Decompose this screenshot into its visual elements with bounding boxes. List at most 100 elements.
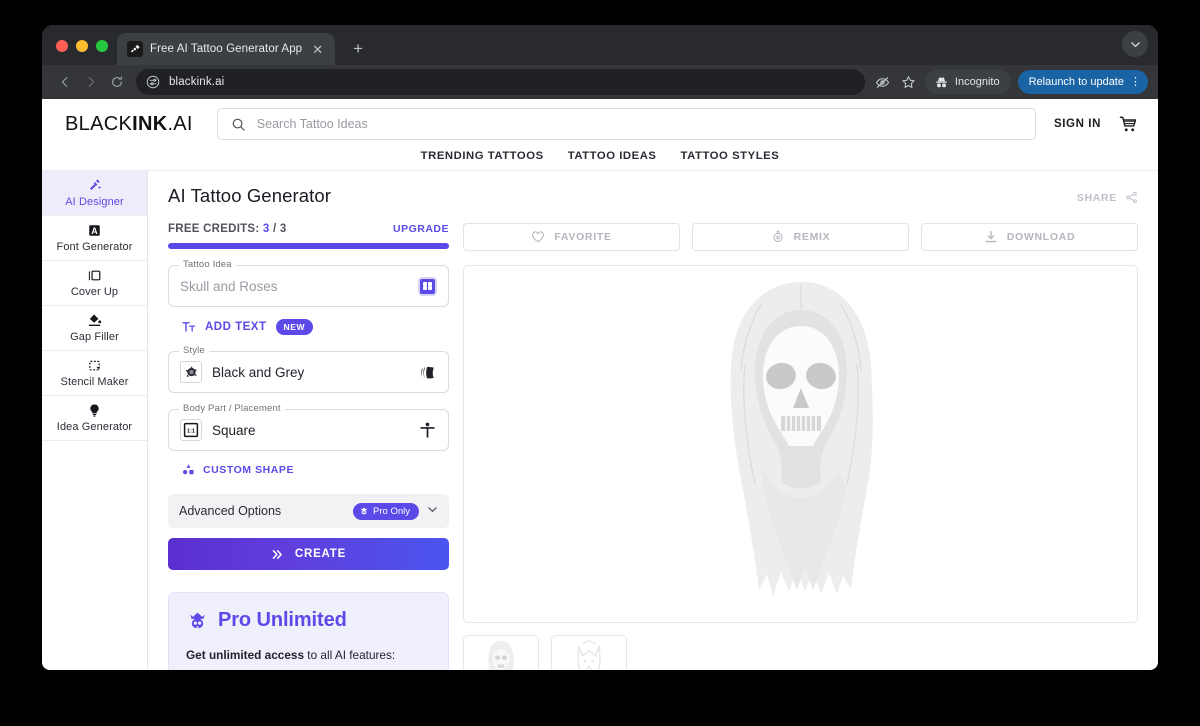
body-placement-button[interactable] bbox=[418, 421, 437, 440]
share-label: SHARE bbox=[1076, 191, 1117, 204]
address-bar-url: blackink.ai bbox=[169, 76, 225, 88]
site-header: BLACKINK.AI Search Tattoo Ideas SIGN IN bbox=[42, 99, 1158, 149]
sidebar-item-ai-designer[interactable]: AI Designer bbox=[42, 171, 147, 216]
free-credits-label: FREE CREDITS: 3 / 3 bbox=[168, 223, 287, 235]
sidebar-item-cover-up[interactable]: Cover Up bbox=[42, 261, 147, 306]
pro-card-subtitle-bold: Get unlimited access bbox=[186, 648, 305, 662]
page-title: AI Tattoo Generator bbox=[168, 185, 332, 206]
browser-window: Free AI Tattoo Generator App ✕ + blackin… bbox=[42, 25, 1158, 670]
remix-button[interactable]: REMIX bbox=[692, 223, 909, 251]
remix-icon bbox=[773, 230, 783, 243]
download-button[interactable]: DOWNLOAD bbox=[921, 223, 1138, 251]
nav-link-trending-tattoos[interactable]: TRENDING TATTOOS bbox=[421, 150, 544, 162]
two-column-layout: FREE CREDITS: 3 / 3 UPGRADE Tattoo Idea … bbox=[168, 223, 1138, 670]
logo-light: BLACK bbox=[65, 112, 133, 135]
reload-button[interactable] bbox=[104, 69, 130, 95]
aspect-ratio-1-1-icon: 1:1 bbox=[180, 419, 202, 441]
shopping-cart-icon[interactable] bbox=[1119, 115, 1138, 134]
tab-close-icon[interactable]: ✕ bbox=[309, 41, 326, 58]
sidebar-item-idea-generator[interactable]: Idea Generator bbox=[42, 396, 147, 441]
reload-icon bbox=[112, 76, 122, 87]
share-button[interactable]: SHARE bbox=[1077, 185, 1138, 204]
tattoo-preview-image[interactable] bbox=[463, 265, 1138, 623]
chevron-down-icon bbox=[1130, 41, 1140, 47]
tattoo-idea-field[interactable]: Tattoo Idea Skull and Roses bbox=[168, 259, 449, 307]
advanced-options-toggle[interactable]: Advanced Options Pro Only bbox=[168, 494, 449, 528]
advanced-options-label: Advanced Options bbox=[179, 504, 282, 518]
body-part-field[interactable]: Body Part / Placement 1:1 Square bbox=[168, 403, 449, 451]
logo-bold: INK bbox=[132, 112, 168, 135]
thumbnail-item[interactable] bbox=[551, 635, 627, 670]
body-figure-icon bbox=[420, 422, 435, 438]
rose-skull-icon bbox=[180, 361, 202, 383]
double-chevron-right-icon bbox=[272, 549, 282, 559]
relaunch-to-update-button[interactable]: Relaunch to update ⋮ bbox=[1017, 70, 1148, 94]
letter-a-icon: A bbox=[87, 223, 102, 238]
forward-button[interactable] bbox=[78, 69, 104, 95]
browser-menu-icon[interactable]: ⋮ bbox=[1130, 76, 1141, 88]
download-label: DOWNLOAD bbox=[1006, 231, 1076, 243]
cover-up-square-icon bbox=[87, 268, 102, 283]
nav-link-tattoo-ideas[interactable]: TATTOO IDEAS bbox=[568, 150, 657, 162]
eye-off-icon[interactable] bbox=[875, 75, 890, 90]
browser-toolbar: blackink.ai Incognito Relaunch to update… bbox=[42, 65, 1158, 99]
screenshot-root: Free AI Tattoo Generator App ✕ + blackin… bbox=[0, 0, 1200, 726]
upgrade-link[interactable]: UPGRADE bbox=[393, 223, 449, 235]
address-bar[interactable]: blackink.ai bbox=[136, 69, 865, 95]
window-minimize-button[interactable] bbox=[76, 40, 88, 52]
svg-text:A: A bbox=[91, 226, 98, 236]
pro-only-badge: Pro Only bbox=[353, 502, 419, 520]
style-picker-button[interactable] bbox=[418, 363, 437, 382]
bookmark-star-icon[interactable] bbox=[901, 75, 916, 90]
site-nav: TRENDING TATTOOS TATTOO IDEAS TATTOO STY… bbox=[42, 149, 1158, 171]
credits-total: 3 bbox=[279, 223, 287, 235]
custom-shape-button[interactable]: CUSTOM SHAPE bbox=[168, 463, 449, 476]
pro-unlimited-card[interactable]: Pro Unlimited Get unlimited access to al… bbox=[168, 592, 449, 670]
add-text-button[interactable]: ADD TEXT NEW bbox=[168, 319, 449, 335]
credits-progress-bar bbox=[168, 243, 449, 249]
pro-card-subtitle-rest: to all AI features: bbox=[304, 648, 396, 662]
thumbnail-item[interactable] bbox=[463, 635, 539, 670]
favorite-button[interactable]: FAVORITE bbox=[463, 223, 680, 251]
arrow-right-icon bbox=[88, 77, 95, 87]
web-page: BLACKINK.AI Search Tattoo Ideas SIGN IN … bbox=[42, 99, 1158, 670]
randomize-idea-button[interactable] bbox=[418, 276, 437, 296]
window-maximize-button[interactable] bbox=[96, 40, 108, 52]
browser-tab[interactable]: Free AI Tattoo Generator App ✕ bbox=[117, 33, 336, 65]
style-field[interactable]: Style Black and Grey bbox=[168, 345, 449, 393]
sign-in-button[interactable]: SIGN IN bbox=[1054, 118, 1101, 130]
nav-link-tattoo-styles[interactable]: TATTOO STYLES bbox=[681, 150, 780, 162]
tab-search-button[interactable] bbox=[1122, 31, 1148, 57]
hooded-skull-tattoo-preview bbox=[730, 282, 873, 596]
preview-column: FAVORITE REMIX DOWNLOAD bbox=[463, 223, 1138, 670]
tool-sidebar: AI Designer A Font Generator Cover Up Ga… bbox=[42, 171, 148, 670]
add-text-label: ADD TEXT bbox=[205, 321, 267, 333]
style-value: Black and Grey bbox=[212, 364, 305, 380]
incognito-hat-icon bbox=[935, 76, 947, 87]
sidebar-item-label: Font Generator bbox=[56, 241, 133, 253]
back-button[interactable] bbox=[52, 69, 78, 95]
site-settings-tune-icon[interactable] bbox=[146, 75, 160, 89]
site-logo[interactable]: BLACKINK.AI bbox=[62, 113, 193, 136]
sidebar-item-gap-filler[interactable]: Gap Filler bbox=[42, 306, 147, 351]
custom-shape-label: CUSTOM SHAPE bbox=[203, 463, 294, 476]
tattoo-idea-placeholder: Skull and Roses bbox=[180, 278, 278, 294]
hooded-skull-thumbnail bbox=[488, 640, 514, 670]
new-badge: NEW bbox=[275, 319, 314, 335]
svg-text:1:1: 1:1 bbox=[187, 428, 195, 434]
sidebar-item-label: Gap Filler bbox=[70, 331, 119, 343]
new-tab-button[interactable]: + bbox=[347, 40, 369, 57]
sidebar-item-stencil-maker[interactable]: Stencil Maker bbox=[42, 351, 147, 396]
window-close-button[interactable] bbox=[56, 40, 68, 52]
incognito-indicator[interactable]: Incognito bbox=[924, 70, 1011, 94]
window-traffic-lights bbox=[54, 40, 117, 65]
create-button[interactable]: CREATE bbox=[168, 538, 449, 570]
chevron-down-icon[interactable] bbox=[427, 504, 438, 518]
toolbar-icons bbox=[871, 75, 925, 90]
sidebar-item-font-generator[interactable]: A Font Generator bbox=[42, 216, 147, 261]
search-input[interactable]: Search Tattoo Ideas bbox=[216, 108, 1036, 140]
wolf-head-thumbnail bbox=[577, 640, 601, 670]
preview-toolbar: FAVORITE REMIX DOWNLOAD bbox=[463, 223, 1138, 251]
dice-icon bbox=[418, 276, 437, 296]
body-part-value: Square bbox=[212, 422, 256, 438]
